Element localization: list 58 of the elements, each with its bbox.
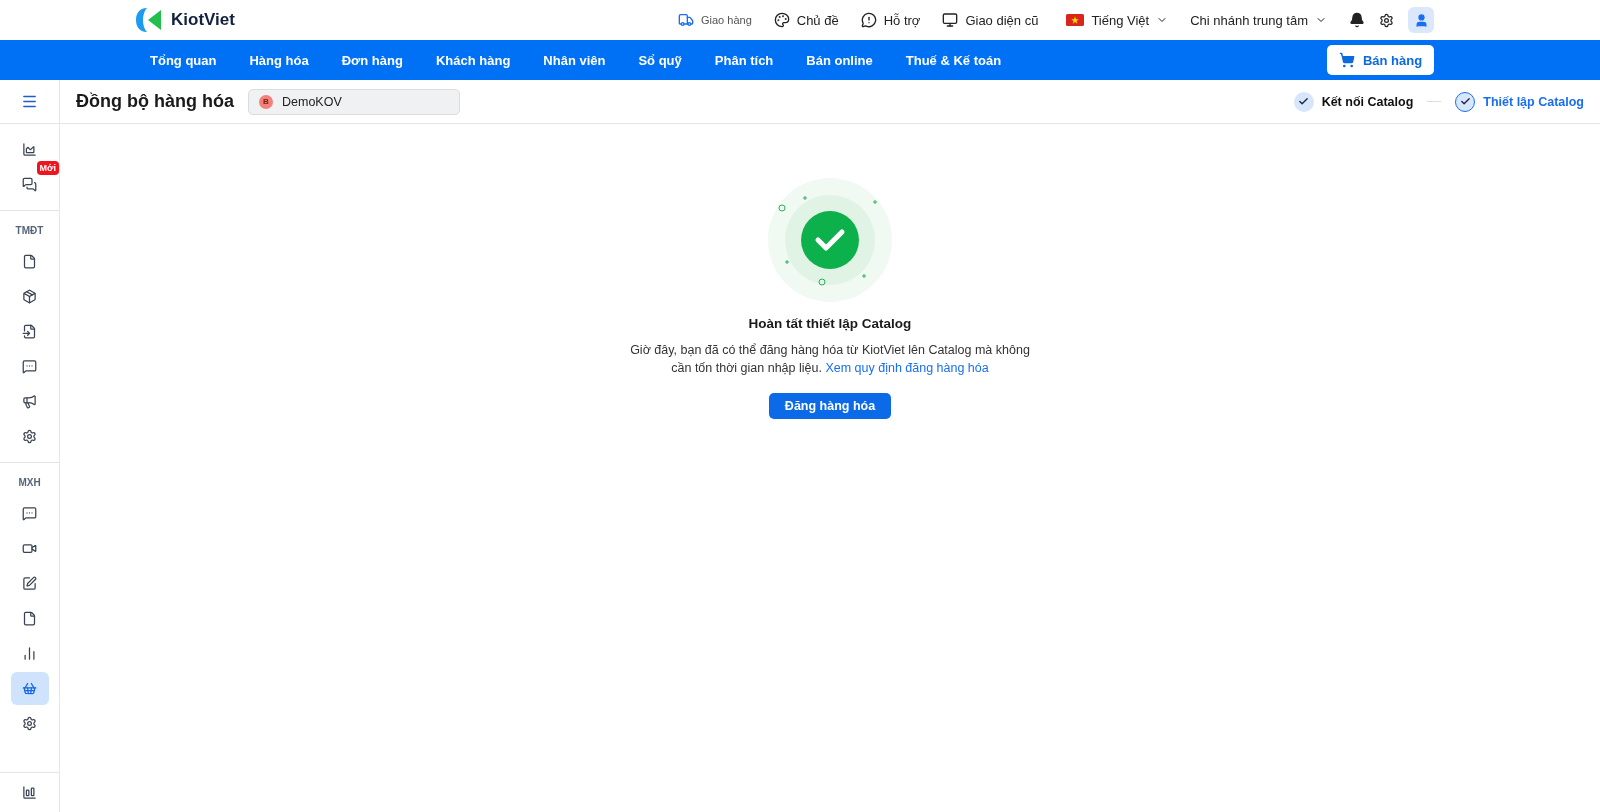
page-title: Đồng bộ hàng hóa <box>76 91 234 112</box>
shop-avatar: B <box>259 94 273 109</box>
top-link[interactable]: Giao hàng <box>678 12 752 28</box>
nav-item[interactable]: Nhân viên <box>543 52 606 68</box>
settings-icon <box>22 429 37 444</box>
branch-select[interactable]: Chi nhánh trung tâm <box>1190 12 1327 28</box>
chat-icon <box>22 177 37 192</box>
nav-item[interactable]: Phân tích <box>714 52 774 68</box>
video-icon <box>22 541 37 556</box>
step-label[interactable]: Thiết lập Catalog <box>1483 94 1584 109</box>
sidebar-section-label: TMĐT <box>15 225 44 236</box>
success-message: Giờ đây, bạn đã có thể đăng hàng hóa từ KiotViet lên Catalog mà không cần tốn thời gian nhập liệu. Xem quy định đăng hàng hóa <box>629 342 1031 377</box>
nav-item[interactable]: Thuế & Kế toán <box>905 52 1002 68</box>
user-avatar[interactable] <box>1408 7 1434 33</box>
box-icon <box>22 289 37 304</box>
sidebar-section-label: MXH <box>18 477 41 488</box>
message-icon <box>22 506 37 521</box>
basket-icon <box>22 681 37 696</box>
nav-item[interactable]: Sổ quỹ <box>638 52 682 68</box>
import-icon <box>22 324 37 339</box>
edit-icon <box>22 576 37 591</box>
shop-name: DemoKOV <box>282 94 342 109</box>
megaphone-icon <box>22 394 37 409</box>
sidebar-item[interactable] <box>10 672 49 705</box>
brand-name: KiotViet <box>171 10 235 30</box>
step-check-icon <box>1293 91 1314 112</box>
bar-chart-icon <box>22 646 37 661</box>
document-icon <box>22 254 37 269</box>
cart-icon <box>1338 52 1355 68</box>
success-title: Hoàn tất thiết lập Catalog <box>748 316 912 331</box>
logo-icon <box>135 7 163 33</box>
settings-icon[interactable] <box>1379 12 1394 28</box>
nav-item[interactable]: Tổng quan <box>150 52 217 68</box>
document-icon <box>22 611 37 626</box>
top-link[interactable]: Giao diện cũ <box>942 12 1039 28</box>
shop-selector[interactable]: B DemoKOV <box>248 88 460 115</box>
new-badge: Mới <box>36 161 59 175</box>
step-check-icon <box>1455 91 1476 112</box>
speech-bubble-icon <box>860 12 877 28</box>
top-link[interactable]: Hỗ trợ <box>860 12 921 28</box>
palette-icon <box>773 12 790 28</box>
sell-button[interactable]: Bán hàng <box>1327 45 1434 75</box>
chart-icon <box>22 142 37 157</box>
truck-icon <box>678 12 694 28</box>
nav-item[interactable]: Hàng hóa <box>249 52 309 68</box>
settings-icon <box>22 716 37 731</box>
language-select[interactable]: Tiếng Việt <box>1066 12 1169 28</box>
monitor-icon <box>942 12 959 28</box>
nav-item[interactable]: Bán online <box>806 52 873 68</box>
post-products-button[interactable]: Đăng hàng hóa <box>768 393 892 419</box>
notification-icon[interactable] <box>1349 12 1365 28</box>
message-icon <box>22 359 37 374</box>
nav-item[interactable]: Khách hàng <box>435 52 511 68</box>
rules-link[interactable]: Xem quy định đăng hàng hóa <box>825 361 989 375</box>
top-link[interactable]: Chủ đề <box>773 12 839 28</box>
nav-item[interactable]: Đơn hàng <box>341 52 403 68</box>
flag-icon <box>1066 14 1085 26</box>
step-label[interactable]: Kết nối Catalog <box>1321 94 1414 109</box>
